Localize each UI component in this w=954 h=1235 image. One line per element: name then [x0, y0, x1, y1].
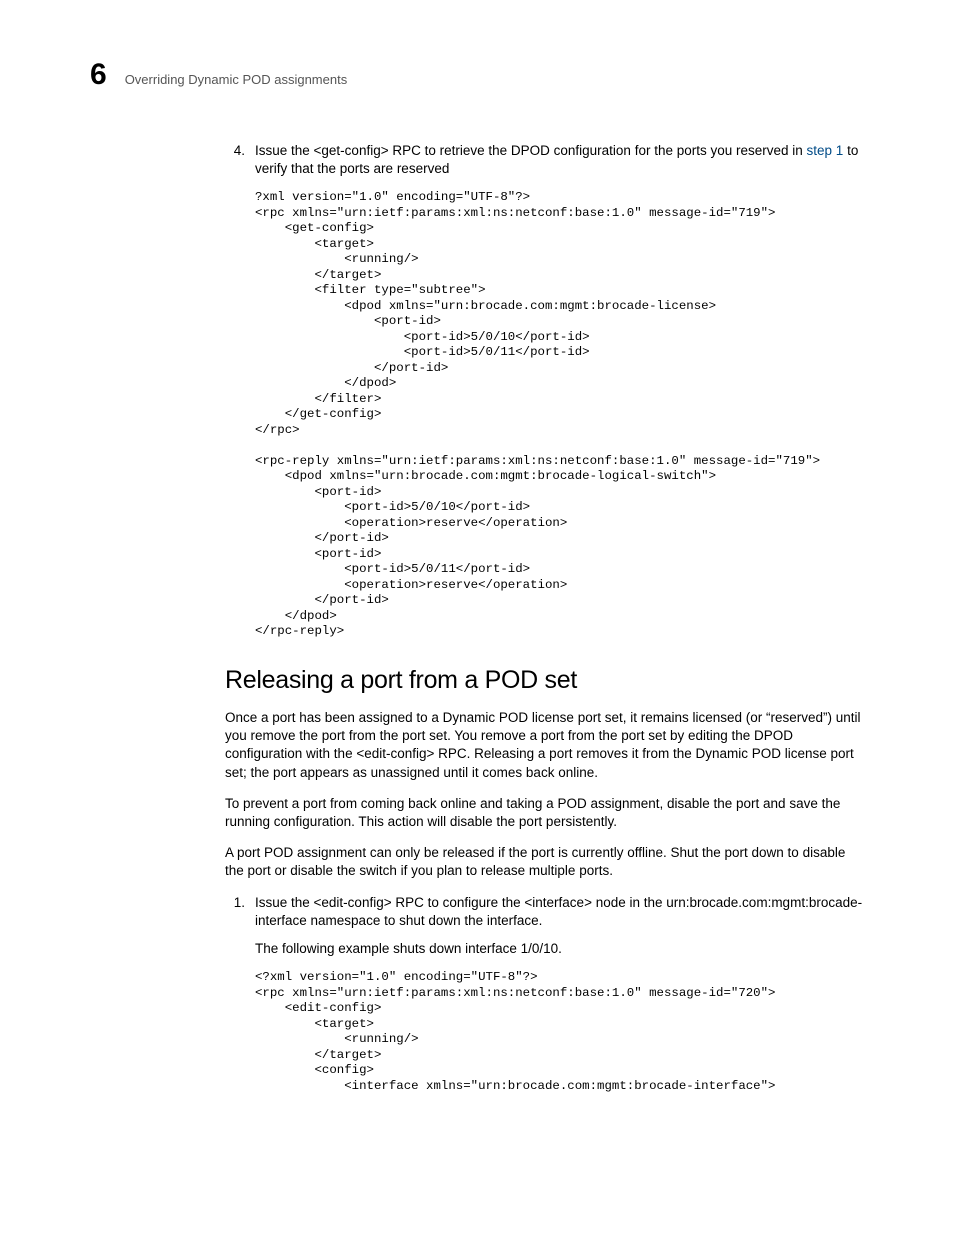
- step-text-before: Issue the <get-config> RPC to retrieve t…: [255, 143, 807, 158]
- cross-ref-link[interactable]: step 1: [807, 143, 844, 158]
- section-heading: Releasing a port from a POD set: [225, 666, 864, 695]
- step-subtext: The following example shuts down interfa…: [255, 940, 864, 958]
- step-number: 1.: [225, 894, 245, 930]
- paragraph: Once a port has been assigned to a Dynam…: [225, 709, 864, 782]
- running-title: Overriding Dynamic POD assignments: [125, 72, 348, 87]
- content-area: 4. Issue the <get-config> RPC to retriev…: [225, 142, 864, 1094]
- page-container: 6 Overriding Dynamic POD assignments 4. …: [0, 0, 954, 1235]
- step-body: Issue the <edit-config> RPC to configure…: [255, 894, 864, 930]
- step-body: Issue the <get-config> RPC to retrieve t…: [255, 142, 864, 178]
- ordered-step-1: 1. Issue the <edit-config> RPC to config…: [225, 894, 864, 930]
- ordered-step-4: 4. Issue the <get-config> RPC to retriev…: [225, 142, 864, 178]
- code-block-get-config: ?xml version="1.0" encoding="UTF-8"?> <r…: [255, 190, 864, 640]
- paragraph: To prevent a port from coming back onlin…: [225, 795, 864, 831]
- code-block-edit-config: <?xml version="1.0" encoding="UTF-8"?> <…: [255, 970, 864, 1094]
- chapter-number: 6: [90, 60, 107, 90]
- page-header: 6 Overriding Dynamic POD assignments: [90, 60, 864, 90]
- step-number: 4.: [225, 142, 245, 178]
- paragraph: A port POD assignment can only be releas…: [225, 844, 864, 880]
